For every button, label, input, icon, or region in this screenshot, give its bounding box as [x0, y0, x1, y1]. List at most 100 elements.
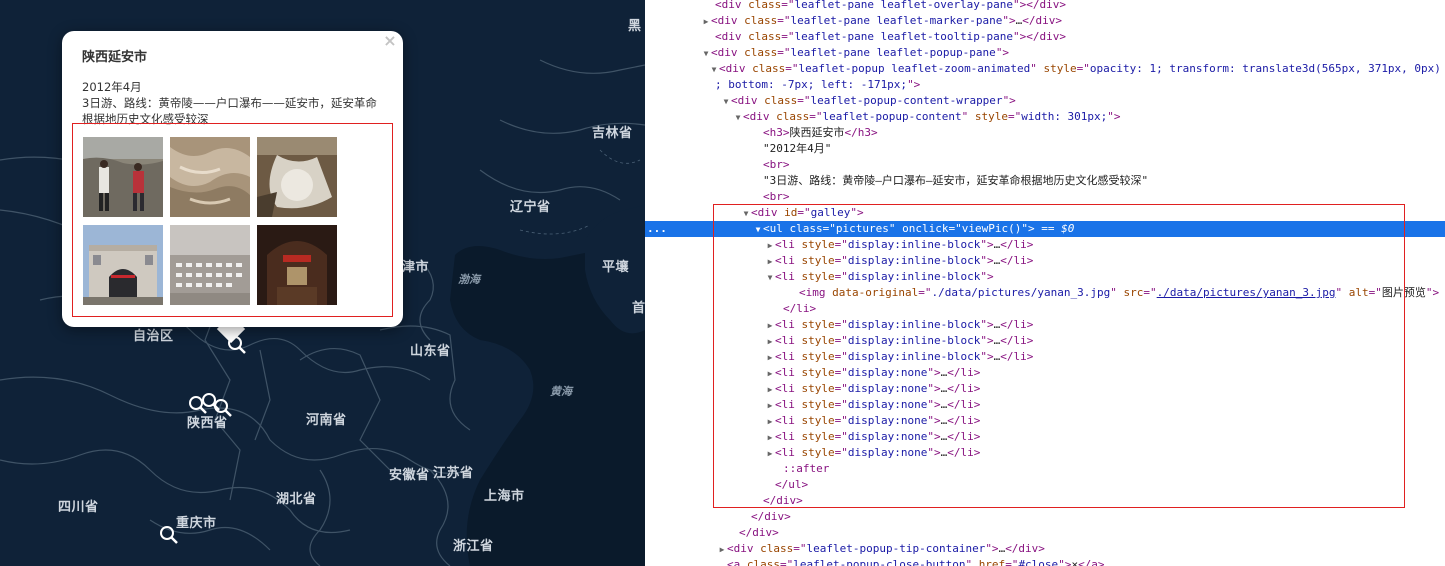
devtools-elements-panel[interactable]: <div class="leaflet-pane leaflet-overlay… — [645, 0, 1445, 566]
dom-token: href — [978, 558, 1006, 566]
dom-node-row[interactable]: ▼ <div class="leaflet-popup-content-wrapp… — [645, 93, 1445, 109]
gallery-thumbnail[interactable] — [83, 137, 163, 217]
dom-token: </h3> — [844, 126, 878, 139]
dom-token: <div — [731, 94, 765, 107]
dom-token: " — [1030, 62, 1044, 75]
sea-label: 黄海 — [550, 385, 572, 398]
dom-node-row[interactable]: <h3>陕西延安市</h3> — [645, 125, 1445, 141]
collapse-triangle-icon[interactable]: ▼ — [701, 46, 711, 62]
dom-token: =" — [781, 0, 795, 11]
dom-token: "> — [1002, 94, 1016, 107]
province-label: 浙江省 — [453, 539, 494, 554]
dom-token: leaflet-pane leaflet-popup-pane — [790, 46, 996, 59]
province-label: 黑 — [628, 19, 642, 34]
dom-token: </div> — [1022, 14, 1063, 27]
dom-token: "></div> — [1013, 30, 1067, 43]
popup-date: 2012年4月 — [82, 80, 142, 94]
province-label: 江苏省 — [433, 466, 474, 481]
gallery-thumbnail[interactable] — [83, 225, 163, 305]
gallery-thumbnail[interactable] — [257, 225, 337, 305]
dom-node-row[interactable]: "3日游、路线：黄帝陵—户口瀑布—延安市，延安革命根据地历史文化感受较深" — [645, 173, 1445, 189]
dom-token: </div> — [739, 526, 779, 539]
collapse-triangle-icon[interactable]: ▼ — [721, 94, 731, 110]
dom-token: class — [776, 110, 810, 123]
dom-token: <br> — [763, 190, 790, 203]
dom-token: "> — [1425, 286, 1440, 299]
dom-token: class — [746, 558, 780, 566]
dom-token: width: 301px; — [1021, 110, 1108, 123]
dom-token: <div — [711, 14, 745, 27]
province-label: 津市 — [402, 260, 430, 275]
province-label: 辽宁省 — [510, 200, 551, 215]
row-options-icon[interactable]: ... — [647, 222, 667, 238]
dom-token: =" — [781, 30, 795, 43]
dom-token: =" — [777, 46, 791, 59]
dom-token: "> — [985, 542, 999, 555]
dom-node-row[interactable]: ▶ <div class="leaflet-pane leaflet-marker… — [645, 13, 1445, 29]
collapse-triangle-icon[interactable]: ▼ — [709, 62, 719, 78]
dom-token: style — [974, 110, 1008, 123]
dom-token: "3日游、路线：黄帝陵—户口瀑布—延安市，延安革命根据地历史文化感受较深" — [763, 174, 1149, 187]
gallery-thumbnail[interactable] — [170, 225, 250, 305]
dom-node-row[interactable]: <br> — [645, 157, 1445, 173]
dom-token: "> — [995, 46, 1010, 59]
dom-token: <h3> — [763, 126, 790, 139]
dom-token: leaflet-popup leaflet-zoom-animated — [798, 62, 1031, 75]
dom-token: class — [748, 0, 782, 11]
province-label: 湖北省 — [276, 492, 317, 507]
dom-token: <div — [727, 542, 761, 555]
dom-node-row[interactable]: ▼ <div class="leaflet-pane leaflet-popup-… — [645, 45, 1445, 61]
province-label: 河南省 — [306, 413, 347, 428]
map-view[interactable]: 吉林省 辽宁省 津市 平壤 首 山东省 河南省 陕西省 自治区 安徽省 江苏省 … — [0, 0, 645, 566]
dom-token: class — [744, 14, 778, 27]
dom-token: leaflet-popup-content-wrapper — [810, 94, 1003, 107]
dom-node-row[interactable]: <div class="leaflet-pane leaflet-overlay… — [645, 0, 1445, 13]
province-label: 山东省 — [410, 344, 451, 359]
dom-node-row[interactable]: <br> — [645, 189, 1445, 205]
dom-token: <div — [719, 62, 753, 75]
dom-token: leaflet-popup-tip-container — [806, 542, 986, 555]
dom-token: "2012年4月" — [763, 142, 832, 155]
dom-token: =" — [1005, 558, 1019, 566]
province-label: 自治区 — [133, 329, 174, 344]
dom-node-row[interactable]: ▼ <div class="leaflet-popup leaflet-zoom-… — [645, 61, 1445, 77]
dom-token: class — [764, 94, 798, 107]
gallery-thumbnail[interactable] — [257, 137, 337, 217]
dom-token: 陕西延安市 — [789, 126, 845, 139]
dom-token: "> — [1107, 110, 1121, 123]
dom-node-row[interactable]: </div> — [645, 509, 1445, 525]
dom-token: "></div> — [1013, 0, 1067, 11]
location-marker-icon[interactable] — [211, 396, 237, 422]
popup-close-button[interactable]: × — [383, 33, 397, 49]
dom-node-row[interactable]: <a class="leaflet-popup-close-button" hr… — [645, 557, 1445, 566]
province-label: 平壤 — [602, 260, 630, 275]
gallery-thumbnail[interactable] — [170, 137, 250, 217]
dom-node-row[interactable]: ▼ <div class="leaflet-popup-content" styl… — [645, 109, 1445, 125]
dom-token: " — [965, 558, 979, 566]
expand-triangle-icon[interactable]: ▶ — [717, 542, 727, 558]
highlight-box — [713, 204, 1405, 508]
collapse-triangle-icon[interactable]: ▼ — [733, 110, 743, 126]
dom-token: ; bottom: -7px; left: -171px; — [715, 78, 908, 91]
dom-node-row[interactable]: "2012年4月" — [645, 141, 1445, 157]
dom-token: class — [752, 62, 786, 75]
dom-token: =" — [780, 558, 794, 566]
dom-token: "> — [1058, 558, 1072, 566]
province-label: 吉林省 — [592, 126, 633, 141]
dom-token: "> — [907, 78, 921, 91]
dom-node-row[interactable]: </div> — [645, 525, 1445, 541]
dom-token: style — [1043, 62, 1077, 75]
dom-token: <div — [743, 110, 777, 123]
dom-node-row[interactable]: ; bottom: -7px; left: -171px;"> — [645, 77, 1445, 93]
dom-token: "> — [1002, 14, 1016, 27]
location-marker-icon[interactable] — [157, 523, 183, 549]
dom-token: " — [961, 110, 975, 123]
dom-token: </div> — [1005, 542, 1045, 555]
dom-node-row[interactable]: <div class="leaflet-pane leaflet-tooltip… — [645, 29, 1445, 45]
province-label: 首 — [632, 301, 645, 316]
dom-node-row[interactable]: ▶ <div class="leaflet-popup-tip-container… — [645, 541, 1445, 557]
photo-gallery[interactable] — [72, 123, 393, 317]
dom-token: =" — [777, 14, 791, 27]
dom-token: leaflet-pane leaflet-marker-pane — [790, 14, 1003, 27]
expand-triangle-icon[interactable]: ▶ — [701, 14, 711, 30]
